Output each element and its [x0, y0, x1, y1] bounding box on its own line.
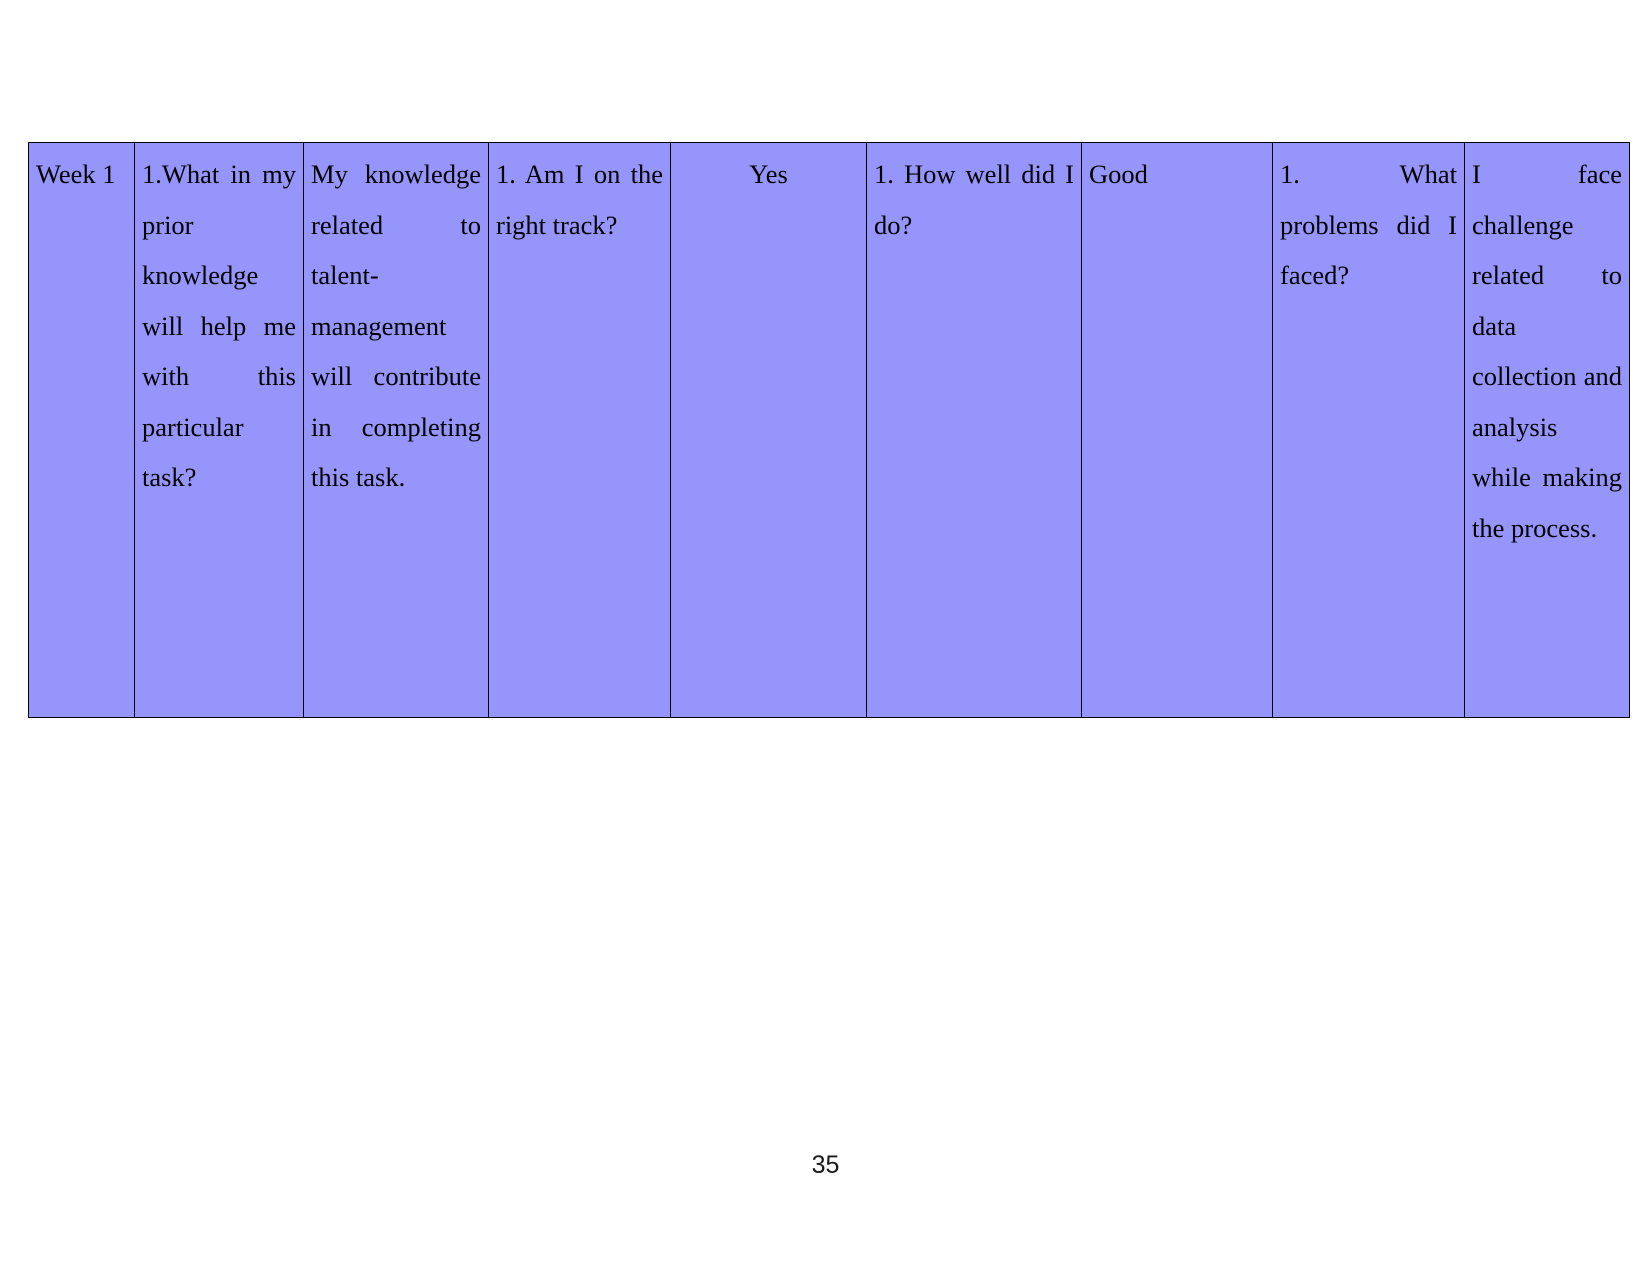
cell-how-well-question-text: 1. How well did I do? — [874, 159, 1074, 240]
document-page: Week 1 1.What in my prior knowledge will… — [0, 0, 1651, 1275]
cell-how-well-question: 1. How well did I do? — [866, 142, 1082, 718]
cell-how-well-answer-text: Good — [1089, 159, 1148, 189]
cell-on-track-question-text: 1. Am I on the right track? — [496, 159, 663, 240]
cell-on-track-answer: Yes — [670, 142, 867, 718]
cell-on-track-question: 1. Am I on the right track? — [488, 142, 671, 718]
cell-problems-answer-text: I face challenge related to data collect… — [1472, 159, 1622, 543]
cell-prior-knowledge-answer: My knowledge related to talent-managemen… — [303, 142, 489, 718]
cell-problems-question-text: 1. What problems did I faced? — [1280, 159, 1457, 290]
cell-problems-question: 1. What problems did I faced? — [1272, 142, 1465, 718]
page-number: 35 — [811, 1151, 840, 1179]
weekly-reflection-table: Week 1 1.What in my prior knowledge will… — [28, 142, 1630, 718]
table-body: Week 1 1.What in my prior knowledge will… — [28, 142, 1630, 718]
cell-week-text: Week 1 — [36, 159, 116, 189]
table-row: Week 1 1.What in my prior knowledge will… — [28, 142, 1630, 718]
cell-prior-knowledge-answer-text: My knowledge related to talent-managemen… — [311, 159, 481, 492]
cell-on-track-answer-text: Yes — [749, 159, 788, 189]
cell-prior-knowledge-question: 1.What in my prior knowledge will help m… — [134, 142, 304, 718]
cell-week: Week 1 — [28, 142, 135, 718]
cell-problems-answer: I face challenge related to data collect… — [1464, 142, 1630, 718]
cell-how-well-answer: Good — [1081, 142, 1273, 718]
cell-prior-knowledge-question-text: 1.What in my prior knowledge will help m… — [142, 159, 296, 492]
